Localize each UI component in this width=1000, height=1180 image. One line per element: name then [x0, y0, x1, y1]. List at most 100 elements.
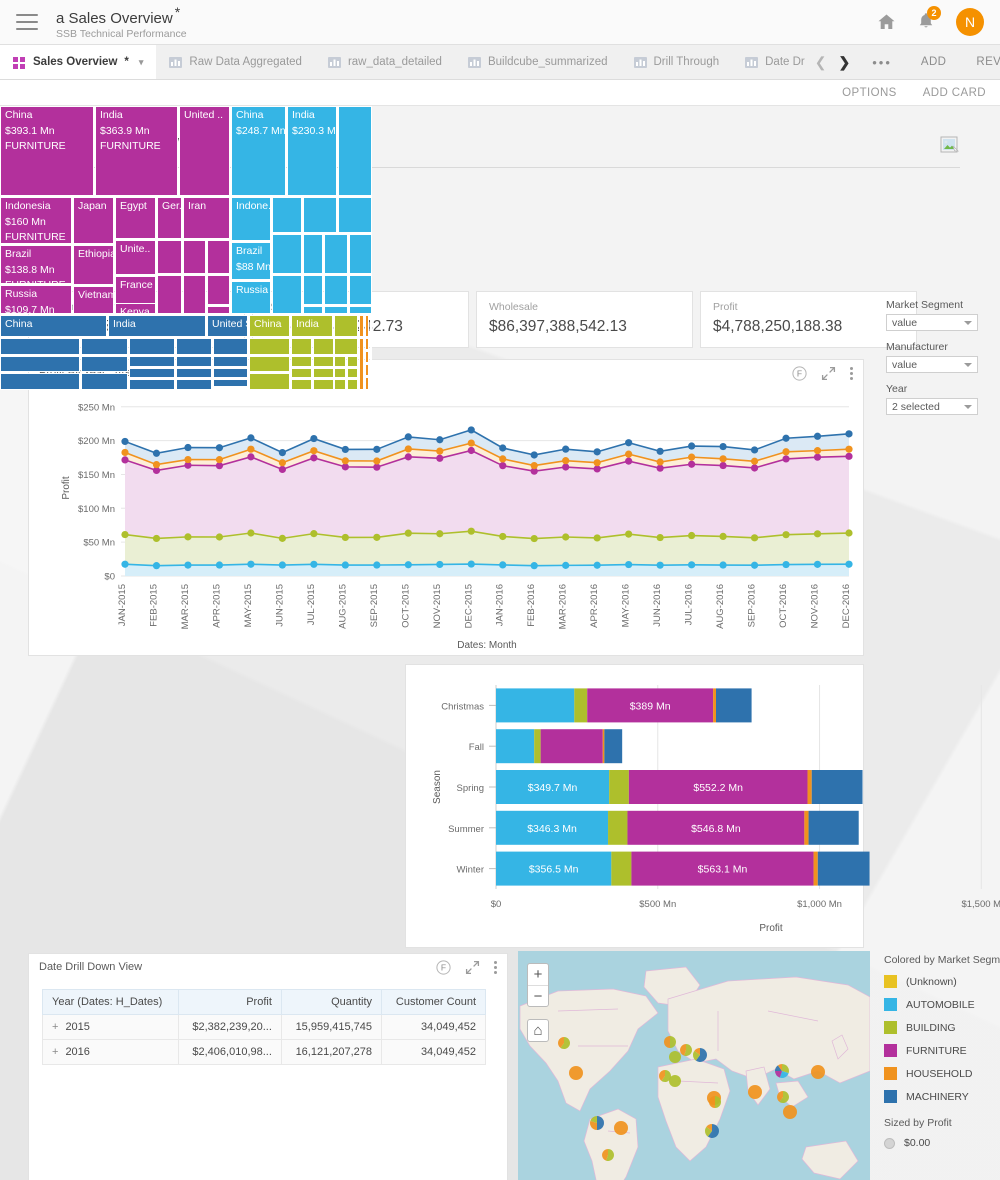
column-header-year[interactable]: Year (Dates: H_Dates)	[42, 989, 179, 1015]
treemap-tile[interactable]	[303, 275, 323, 305]
treemap-tile[interactable]	[0, 356, 80, 372]
treemap-tile[interactable]	[370, 364, 372, 376]
treemap-tile[interactable]	[349, 234, 372, 274]
kebab-menu-icon[interactable]	[494, 960, 497, 974]
tab-buildcube-summarized[interactable]: Buildcube_summarized	[455, 45, 621, 79]
treemap-tile[interactable]	[313, 356, 334, 367]
treemap-tile[interactable]	[324, 275, 348, 305]
treemap-tile[interactable]	[313, 368, 334, 378]
treemap-tile[interactable]: Indone..	[231, 197, 271, 241]
treemap-tile[interactable]	[291, 368, 312, 378]
legend-item-household[interactable]: HOUSEHOLD	[884, 1067, 1000, 1080]
treemap-tile[interactable]	[213, 368, 248, 378]
treemap-tile[interactable]	[272, 234, 302, 274]
treemap-tile[interactable]	[338, 106, 372, 196]
treemap-tile[interactable]	[324, 234, 348, 274]
treemap-tile[interactable]	[157, 240, 182, 274]
treemap-tile[interactable]	[81, 338, 128, 355]
tab-scroll-left-icon[interactable]: ❮	[815, 54, 827, 71]
treemap-tile[interactable]	[129, 338, 175, 355]
treemap-tile[interactable]	[370, 377, 372, 390]
tab-raw-data-aggregated[interactable]: Raw Data Aggregated	[156, 45, 315, 79]
tab-drill-through[interactable]: Drill Through	[621, 45, 733, 79]
treemap-tile[interactable]	[324, 306, 348, 314]
treemap-tile[interactable]	[176, 368, 212, 378]
expand-row-icon[interactable]: +	[52, 1046, 58, 1058]
treemap-tile[interactable]	[81, 356, 128, 372]
treemap-tile[interactable]	[213, 338, 248, 355]
treemap-tile[interactable]	[249, 373, 290, 390]
treemap-tile[interactable]: Brazil $138.8 MnFURNITURE	[0, 245, 72, 284]
treemap-tile[interactable]	[303, 234, 323, 274]
treemap-tile[interactable]	[81, 373, 128, 390]
treemap-tile[interactable]: China	[0, 315, 107, 337]
column-header-profit[interactable]: Profit	[177, 989, 282, 1015]
treemap-tile[interactable]	[129, 356, 175, 367]
tab-sales-overview[interactable]: Sales Overview * ▾	[0, 45, 157, 79]
tab-scroll-right-icon[interactable]: ❯	[838, 54, 850, 71]
treemap-tile[interactable]: Egypt	[115, 197, 156, 239]
map-zoom-out-button[interactable]: −	[528, 985, 548, 1006]
legend-item-automobile[interactable]: AUTOMOBILE	[884, 998, 1000, 1011]
treemap-tile[interactable]	[370, 351, 372, 363]
treemap-tile[interactable]: India	[291, 315, 333, 337]
treemap-tile[interactable]	[334, 368, 346, 378]
treemap-tile[interactable]	[207, 240, 230, 274]
treemap-tile[interactable]: India $230.3 Mn	[287, 106, 337, 196]
add-card-button[interactable]: ADD CARD	[923, 87, 986, 99]
legend-item-unknown[interactable]: (Unknown)	[884, 975, 1000, 988]
kpi-card-profit[interactable]: Profit $4,788,250,188.38	[700, 291, 917, 348]
treemap-tile[interactable]: Russia	[231, 281, 271, 314]
table-row[interactable]: +2015 $2,382,239,20... 15,959,415,745 34…	[42, 1014, 486, 1040]
treemap-tile[interactable]: India $363.9 Mn FURNITURE	[95, 106, 178, 196]
treemap-tile[interactable]: China	[249, 315, 290, 337]
treemap-tile[interactable]	[349, 275, 372, 305]
treemap-tile[interactable]: India	[108, 315, 206, 337]
treemap-tile[interactable]: Ger..	[157, 197, 182, 239]
treemap-tile[interactable]	[157, 275, 182, 314]
kpi-card-wholesale[interactable]: Wholesale $86,397,388,542.13	[476, 291, 693, 348]
treemap-tile[interactable]	[334, 315, 358, 337]
treemap-tile[interactable]	[347, 356, 358, 367]
treemap-tile[interactable]	[370, 315, 372, 337]
treemap-tile[interactable]	[176, 379, 212, 390]
treemap-tile[interactable]	[129, 379, 175, 390]
avatar[interactable]: N	[956, 8, 984, 36]
expand-row-icon[interactable]: +	[52, 1021, 58, 1033]
legend-item-furniture[interactable]: FURNITURE	[884, 1044, 1000, 1057]
treemap-tile[interactable]: Japan	[73, 197, 114, 244]
kebab-menu-icon[interactable]	[850, 366, 853, 380]
filter-select-manufacturer[interactable]: value	[886, 356, 978, 373]
bell-icon[interactable]: 2	[918, 5, 941, 33]
treemap-tile[interactable]: Ethiopia	[73, 245, 114, 285]
tab-more-icon[interactable]: •••	[858, 45, 906, 79]
treemap-tile[interactable]	[349, 306, 372, 314]
treemap-tile[interactable]: Kenya	[115, 303, 156, 314]
treemap-tile[interactable]	[334, 356, 346, 367]
treemap-tile[interactable]: Iran	[183, 197, 230, 239]
map-zoom-in-button[interactable]: +	[528, 964, 548, 985]
treemap-tile[interactable]: United ..	[179, 106, 230, 196]
filter-select-year[interactable]: 2 selected	[886, 398, 978, 415]
table-row[interactable]: +2016 $2,406,010,98... 16,121,207,278 34…	[42, 1039, 486, 1065]
treemap-tile[interactable]: Vietnam	[73, 286, 114, 314]
treemap-tile[interactable]	[291, 379, 312, 390]
options-button[interactable]: OPTIONS	[842, 87, 897, 99]
treemap-tile[interactable]	[365, 315, 369, 337]
treemap-tile[interactable]	[176, 356, 212, 367]
tab-raw-data-detailed[interactable]: raw_data_detailed	[315, 45, 455, 79]
treemap-tile[interactable]	[249, 356, 290, 372]
treemap-tile[interactable]	[359, 315, 364, 337]
add-button[interactable]: ADD	[906, 45, 961, 79]
treemap-tile[interactable]: Brazil $88 Mn	[231, 242, 271, 280]
map-home-button[interactable]: ⌂	[527, 1019, 549, 1042]
legend-item-machinery[interactable]: MACHINERY	[884, 1090, 1000, 1103]
treemap-tile[interactable]	[272, 197, 302, 233]
treemap-tile[interactable]	[334, 379, 346, 390]
treemap-tile[interactable]	[176, 338, 212, 355]
filter-select-market-segment[interactable]: value	[886, 314, 978, 331]
treemap-tile[interactable]	[183, 240, 206, 274]
treemap-tile[interactable]	[0, 338, 80, 355]
expand-icon[interactable]	[821, 366, 836, 381]
treemap-tile[interactable]	[313, 338, 334, 355]
